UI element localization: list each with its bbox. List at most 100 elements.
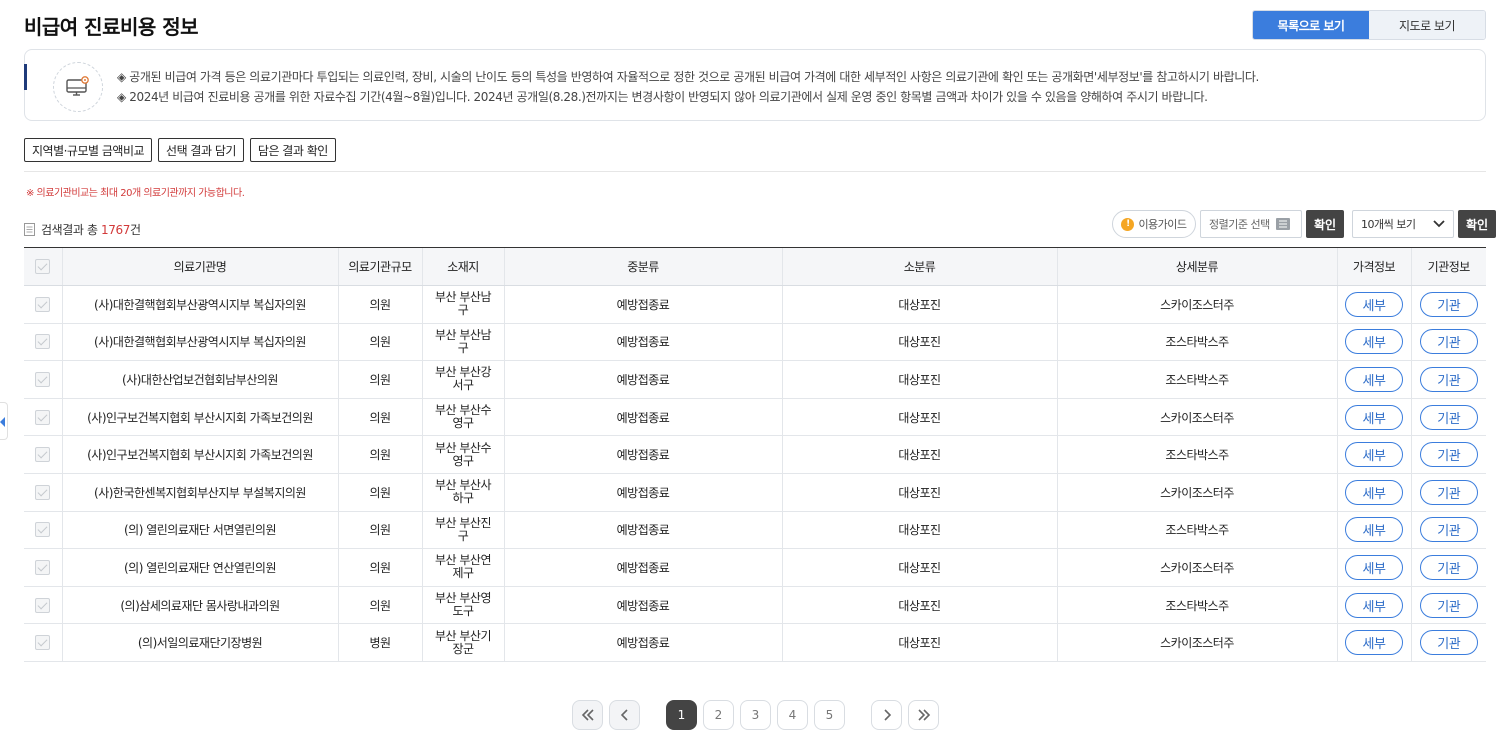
- cell-location: 부산 부산남 구: [421, 285, 504, 324]
- page-button-1[interactable]: 1: [666, 700, 697, 730]
- cell-detail-category: 조스타박스주: [1056, 360, 1337, 399]
- cell-sub-category: 대상포진: [781, 623, 1057, 662]
- institution-button[interactable]: 기관: [1419, 404, 1478, 430]
- col-header-sub-category: 소분류: [781, 247, 1057, 286]
- sort-select[interactable]: 정렬기준 선택: [1200, 210, 1302, 238]
- price-detail-button[interactable]: 세부: [1345, 517, 1403, 543]
- view-saved-button[interactable]: 담은 결과 확인: [249, 138, 336, 162]
- price-detail-button[interactable]: 세부: [1345, 630, 1403, 656]
- page-button-3[interactable]: 3: [740, 700, 771, 730]
- table-row: (사)인구보건복지협회 부산시지회 가족보건의원 의원 부산 부산수 영구 예방접…: [24, 435, 1486, 474]
- cell-sub-category: 대상포진: [781, 360, 1057, 399]
- cell-location: 부산 부산수 영구: [421, 398, 504, 437]
- institution-button[interactable]: 기관: [1419, 592, 1478, 618]
- first-page-button[interactable]: [572, 700, 603, 730]
- cell-mid-category: 예방접종료: [503, 360, 782, 399]
- institution-button[interactable]: 기관: [1419, 329, 1478, 355]
- add-selection-button[interactable]: 선택 결과 담기: [158, 138, 244, 162]
- institution-button[interactable]: 기관: [1419, 517, 1478, 543]
- cell-size: 의원: [337, 398, 422, 437]
- row-checkbox[interactable]: [35, 559, 51, 575]
- cell-mid-category: 예방접종료: [503, 623, 782, 662]
- list-view-button[interactable]: 목록으로 보기: [1253, 11, 1369, 39]
- prev-page-button[interactable]: [609, 700, 640, 730]
- row-checkbox[interactable]: [35, 334, 51, 350]
- price-detail-button[interactable]: 세부: [1345, 592, 1403, 618]
- table-row: (사)인구보건복지협회 부산시지회 가족보건의원 의원 부산 부산수 영구 예방접…: [24, 398, 1486, 437]
- price-detail-button[interactable]: 세부: [1345, 291, 1403, 317]
- notice-box: ◈ 공개된 비급여 가격 등은 의료기관마다 투입되는 의료인력, 장비, 시술…: [24, 49, 1486, 121]
- page-size-confirm-button[interactable]: 확인: [1458, 210, 1496, 238]
- cell-sub-category: 대상포진: [781, 586, 1057, 625]
- chevron-down-icon: [1433, 220, 1445, 228]
- row-checkbox[interactable]: [35, 635, 51, 651]
- cell-location: 부산 부산강 서구: [421, 360, 504, 399]
- last-page-button[interactable]: [908, 700, 939, 730]
- col-header-size: 의료기관규모: [337, 247, 422, 286]
- row-checkbox[interactable]: [35, 597, 51, 613]
- page-button-4[interactable]: 4: [777, 700, 808, 730]
- cell-sub-category: 대상포진: [781, 435, 1057, 474]
- col-header-detail-category: 상세분류: [1056, 247, 1337, 286]
- compare-button[interactable]: 지역별·규모별 금액비교: [24, 138, 153, 162]
- divider: [24, 171, 1486, 172]
- cell-mid-category: 예방접종료: [503, 548, 782, 587]
- cell-location: 부산 부산영 도구: [421, 586, 504, 625]
- cell-name: (사)인구보건복지협회 부산시지회 가족보건의원: [61, 435, 338, 474]
- cell-size: 의원: [337, 323, 422, 362]
- institution-button[interactable]: 기관: [1419, 442, 1478, 468]
- cell-name: (의) 열린의료재단 서면열린의원: [61, 511, 338, 550]
- institution-button[interactable]: 기관: [1419, 291, 1478, 317]
- col-header-mid-category: 중분류: [503, 247, 782, 286]
- select-all-checkbox[interactable]: [24, 247, 62, 286]
- cell-mid-category: 예방접종료: [503, 285, 782, 324]
- row-checkbox[interactable]: [35, 296, 51, 312]
- cell-size: 의원: [337, 586, 422, 625]
- sort-confirm-button[interactable]: 확인: [1306, 210, 1344, 238]
- price-detail-button[interactable]: 세부: [1345, 554, 1403, 580]
- cell-location: 부산 부산진 구: [421, 511, 504, 550]
- cell-name: (의)삼세의료재단 몸사랑내과의원: [61, 586, 338, 625]
- price-detail-button[interactable]: 세부: [1345, 404, 1403, 430]
- institution-button[interactable]: 기관: [1419, 479, 1478, 505]
- cell-detail-category: 조스타박스주: [1056, 435, 1337, 474]
- cell-name: (사)대한결핵협회부산광역시지부 복십자의원: [61, 285, 338, 324]
- list-icon: [1275, 218, 1290, 230]
- price-detail-button[interactable]: 세부: [1345, 479, 1403, 505]
- col-header-name: 의료기관명: [61, 247, 338, 286]
- document-icon: [24, 223, 35, 236]
- results-table: 의료기관명 의료기관규모 소재지 중분류 소분류 상세분류 가격정보 기관정보 …: [24, 247, 1486, 662]
- price-detail-button[interactable]: 세부: [1345, 366, 1403, 392]
- cell-sub-category: 대상포진: [781, 548, 1057, 587]
- row-checkbox[interactable]: [35, 371, 51, 387]
- page-button-5[interactable]: 5: [814, 700, 845, 730]
- page-button-2[interactable]: 2: [703, 700, 734, 730]
- cell-sub-category: 대상포진: [781, 285, 1057, 324]
- next-page-button[interactable]: [871, 700, 902, 730]
- cell-detail-category: 스카이조스터주: [1056, 623, 1337, 662]
- chevron-right-icon: [883, 709, 891, 721]
- row-checkbox[interactable]: [35, 409, 51, 425]
- institution-button[interactable]: 기관: [1419, 366, 1478, 392]
- cell-mid-category: 예방접종료: [503, 398, 782, 437]
- side-panel-toggle[interactable]: [0, 402, 8, 440]
- double-chevron-right-icon: [917, 709, 930, 721]
- action-buttons: 지역별·규모별 금액비교 선택 결과 담기 담은 결과 확인: [24, 138, 336, 162]
- row-checkbox[interactable]: [35, 447, 51, 463]
- table-row: (사)한국한센복지협회부산지부 부설복지의원 의원 부산 부산사 하구 예방접종료…: [24, 473, 1486, 512]
- map-view-button[interactable]: 지도로 보기: [1369, 11, 1485, 39]
- notice-line-2: ◈ 2024년 비급여 진료비용 공개를 위한 자료수집 기간(4월~8월)입니…: [117, 90, 1208, 104]
- price-detail-button[interactable]: 세부: [1345, 442, 1403, 468]
- row-checkbox[interactable]: [35, 484, 51, 500]
- cell-name: (사)한국한센복지협회부산지부 부설복지의원: [61, 473, 338, 512]
- institution-button[interactable]: 기관: [1419, 554, 1478, 580]
- page-size-select[interactable]: 10개씩 보기: [1352, 210, 1454, 238]
- institution-button[interactable]: 기관: [1419, 630, 1478, 656]
- price-detail-button[interactable]: 세부: [1345, 329, 1403, 355]
- cell-mid-category: 예방접종료: [503, 435, 782, 474]
- usage-guide-button[interactable]: ! 이용가이드: [1112, 210, 1196, 238]
- notice-line-1: ◈ 공개된 비급여 가격 등은 의료기관마다 투입되는 의료인력, 장비, 시술…: [117, 70, 1259, 84]
- page-size-label: 10개씩 보기: [1361, 218, 1416, 231]
- row-checkbox[interactable]: [35, 522, 51, 538]
- cell-name: (의) 열린의료재단 연산열린의원: [61, 548, 338, 587]
